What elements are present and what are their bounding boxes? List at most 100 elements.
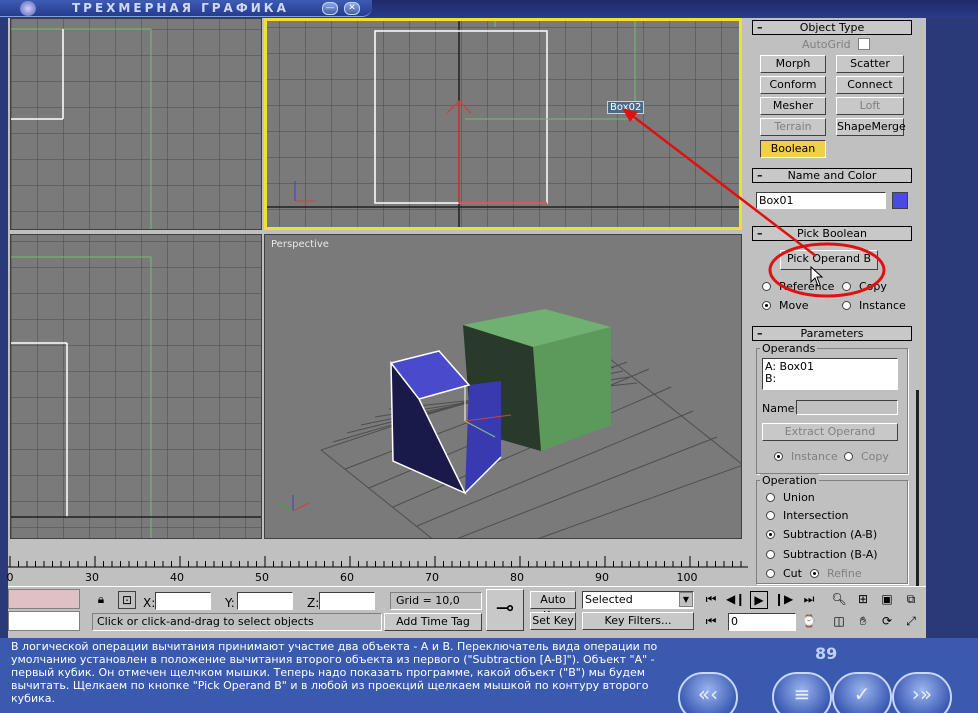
command-panel-scrollbar[interactable]: [916, 390, 919, 600]
grid-size-display: Grid = 10,0: [390, 592, 482, 610]
zoom-extents-all-icon[interactable]: ⧉: [902, 591, 920, 609]
autogrid-label: AutoGrid: [802, 38, 851, 51]
viewport-left[interactable]: [10, 234, 262, 539]
maxscript-input[interactable]: [8, 611, 80, 631]
radio-move[interactable]: Move: [762, 299, 809, 312]
close-button[interactable]: ✕: [344, 2, 360, 15]
object-color-swatch[interactable]: [892, 192, 908, 209]
connect-button[interactable]: Connect: [836, 76, 904, 94]
zoom-extents-icon[interactable]: ▣: [878, 591, 896, 609]
ruler-label: 40: [170, 571, 184, 584]
y-coordinate-field[interactable]: [237, 592, 293, 610]
next-page-button[interactable]: ›»: [892, 672, 952, 713]
rollout-parameters[interactable]: – Parameters: [752, 326, 912, 341]
radio-label: Refine: [827, 567, 862, 580]
ruler-label: 50: [255, 571, 269, 584]
operand-a[interactable]: A: Box01: [765, 361, 895, 373]
ruler-label: 100: [676, 571, 698, 584]
radio-label: Copy: [861, 450, 889, 463]
check-button[interactable]: ✓: [832, 672, 892, 713]
rollout-object-type[interactable]: – Object Type: [752, 20, 912, 35]
radio-subtraction-ab[interactable]: Subtraction (A-B): [766, 528, 877, 541]
selected-dropdown[interactable]: Selected ▼: [582, 591, 694, 609]
maximize-viewport-icon[interactable]: ⤢: [902, 613, 920, 631]
next-frame-icon[interactable]: ❙▶: [774, 591, 793, 609]
tutorial-panel: В логической операции вычитания принимаю…: [0, 638, 978, 713]
autogrid-checkbox[interactable]: [858, 38, 870, 50]
ruler-label: 30: [85, 571, 99, 584]
rollout-title: Parameters: [800, 327, 864, 340]
conform-button[interactable]: Conform: [760, 76, 826, 94]
contents-button[interactable]: ≡: [772, 672, 832, 713]
operand-name-label: Name:: [762, 402, 799, 415]
radio-instance[interactable]: Instance: [842, 299, 906, 312]
selected-dropdown-value: Selected: [585, 593, 633, 606]
x-label: X:: [143, 596, 156, 610]
time-ruler[interactable]: 0 30 40 50 60 70 80 90 100: [7, 556, 748, 586]
radio-subtraction-ba[interactable]: Subtraction (B-A): [766, 548, 878, 561]
mouse-cursor-icon: [810, 266, 824, 287]
arc-rotate-icon[interactable]: ⟳: [878, 613, 896, 631]
ruler-ticks: [8, 556, 748, 568]
perspective-scene: [278, 309, 741, 538]
z-coordinate-field[interactable]: [319, 592, 375, 610]
key-mode-icon[interactable]: ⏮: [702, 613, 720, 631]
radio-intersection[interactable]: Intersection: [766, 509, 848, 522]
add-time-tag-button[interactable]: Add Time Tag: [384, 613, 482, 631]
maxscript-listener[interactable]: [8, 589, 80, 609]
zoom-icon[interactable]: 🔍︎: [830, 591, 848, 609]
shapemerge-button[interactable]: ShapeMerge: [836, 118, 906, 136]
extract-operand-button[interactable]: Extract Operand: [762, 423, 898, 441]
minimize-button[interactable]: —: [322, 2, 338, 15]
radio-cut[interactable]: Cut: [766, 567, 802, 580]
key-filters-button[interactable]: Key Filters...: [582, 612, 694, 630]
scatter-button[interactable]: Scatter: [836, 55, 904, 73]
loft-button[interactable]: Loft: [836, 97, 904, 115]
field-of-view-icon[interactable]: ◫: [830, 613, 848, 631]
morph-button[interactable]: Morph: [760, 55, 826, 73]
set-key-mode-icon[interactable]: ⊸: [486, 589, 524, 631]
operands-list[interactable]: A: Box01 B:: [762, 358, 898, 390]
chevron-down-icon[interactable]: ▼: [679, 592, 693, 607]
radio-label: Cut: [783, 567, 802, 580]
page-number: 89: [815, 644, 838, 663]
rollout-title: Object Type: [799, 21, 865, 34]
operation-label: Operation: [760, 474, 819, 487]
status-bar: 🔒︎ ⊡ X: Y: Z: Grid = 10,0 ⊸ Auto Key Set…: [8, 586, 926, 638]
x-coordinate-field[interactable]: [155, 592, 211, 610]
annotation-arrow: [622, 108, 817, 257]
absolute-mode-icon[interactable]: ⊡: [118, 591, 136, 609]
zoom-all-icon[interactable]: ⊞: [854, 591, 872, 609]
app-logo-icon: [20, 1, 36, 16]
previous-page-button[interactable]: «‹: [678, 672, 738, 713]
radio-extract-instance[interactable]: Instance: [774, 450, 838, 463]
play-icon[interactable]: ▶: [750, 591, 768, 609]
viewport-perspective[interactable]: Perspective: [264, 234, 742, 539]
pan-icon[interactable]: ✋︎: [854, 613, 872, 631]
radio-label: Union: [783, 491, 815, 504]
auto-key-button[interactable]: Auto Key: [530, 591, 576, 622]
ruler-label: 90: [595, 571, 609, 584]
radio-label: Instance: [859, 299, 906, 312]
previous-frame-icon[interactable]: ◀❙: [726, 591, 745, 609]
operand-name-field[interactable]: [796, 400, 898, 415]
title-bar: ТРЕХМЕРНАЯ ГРАФИКА — ✕: [0, 0, 978, 18]
radio-label: Subtraction (A-B): [783, 528, 878, 541]
ruler-label: 70: [425, 571, 439, 584]
lock-icon[interactable]: 🔒︎: [92, 591, 110, 609]
viewport-top-grid: [11, 19, 261, 229]
radio-extract-copy[interactable]: Copy: [844, 450, 889, 463]
radio-label: Instance: [791, 450, 838, 463]
z-label: Z:: [307, 596, 320, 610]
time-config-icon[interactable]: ⌚: [800, 613, 818, 631]
max-window: Box02 Perspective – Object Type AutoGrid…: [7, 18, 926, 638]
set-key-button[interactable]: Set Key: [530, 612, 576, 630]
tutorial-text: В логической операции вычитания принимаю…: [11, 640, 658, 705]
current-frame-field[interactable]: 0: [728, 613, 796, 631]
operand-b[interactable]: B:: [765, 373, 895, 385]
viewport-top[interactable]: [10, 18, 262, 230]
radio-union[interactable]: Union: [766, 491, 815, 504]
go-to-end-icon[interactable]: ⏭: [800, 591, 818, 609]
radio-refine[interactable]: Refine: [810, 567, 862, 580]
go-to-start-icon[interactable]: ⏮: [702, 591, 720, 609]
